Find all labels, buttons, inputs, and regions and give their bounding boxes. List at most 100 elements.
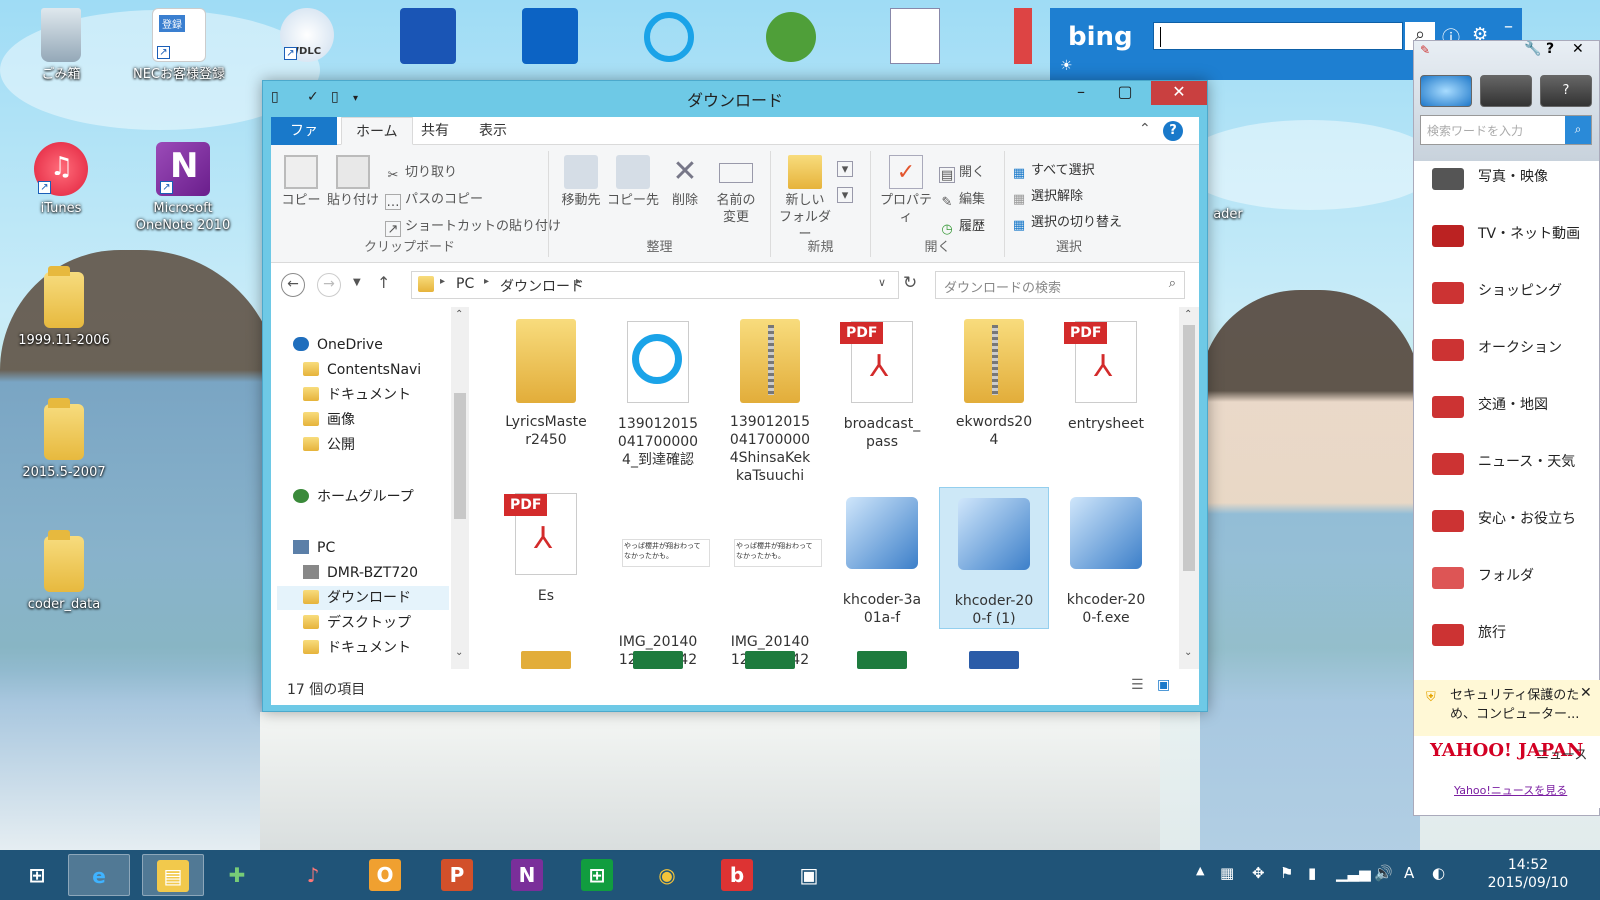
refresh-icon[interactable]: ↻ xyxy=(903,273,917,293)
121ware-icon[interactable] xyxy=(890,8,940,64)
file-item[interactable]: khcoder-3a 01a-f xyxy=(827,487,937,627)
file-item[interactable]: 139012015 041700000 4_到達確認 xyxy=(603,315,713,469)
chevron-up-icon[interactable]: ⌃ xyxy=(1139,121,1151,137)
desktop-icon-folder-2015[interactable]: 2015.5-2007 xyxy=(14,398,114,481)
tab-file[interactable]: ファイル xyxy=(271,117,337,167)
details-view-icon[interactable]: ☰ xyxy=(1131,677,1144,693)
file-item[interactable]: khcoder-20 0-f (1) xyxy=(939,487,1049,629)
close-button[interactable]: ✕ xyxy=(1151,81,1207,105)
sidebar-item-7[interactable]: フォルダ xyxy=(1432,561,1600,617)
taskbar-onenote-icon[interactable]: N xyxy=(496,854,558,896)
copy-to-button[interactable]: コピー先 xyxy=(607,155,659,209)
copy-button[interactable]: コピー xyxy=(279,155,323,209)
desktop-icon-onenote[interactable]: N ↗ Microsoft OneNote 2010 xyxy=(124,142,242,234)
file-item[interactable]: PDF ⅄ entrysheet xyxy=(1051,315,1161,433)
file-item[interactable]: 139012015 041700000 4ShinsaKek kaTsuuchi xyxy=(715,315,825,485)
taskbar-powerpoint-icon[interactable]: P xyxy=(426,854,488,896)
file-item-partial[interactable] xyxy=(521,651,571,669)
invert-selection-button[interactable]: ▦ 選択の切り替え xyxy=(1011,211,1122,234)
taskbar-outlook-icon[interactable]: O xyxy=(354,854,416,896)
ime-mode-icon[interactable]: ◐ xyxy=(1432,864,1445,882)
title-bar[interactable]: ▯ ✓ ▯ ▾ ダウンロード – ▢ ✕ xyxy=(263,81,1207,113)
open-button[interactable]: ▤ 開く xyxy=(939,161,985,183)
paste-button[interactable]: 貼り付け xyxy=(327,155,379,209)
sidebar-item-5[interactable]: ニュース・天気 xyxy=(1432,447,1600,503)
file-item-partial[interactable] xyxy=(969,651,1019,669)
edit-button[interactable]: ✎ 編集 xyxy=(939,188,985,211)
move-to-button[interactable]: 移動先 xyxy=(557,155,605,209)
intel-icon[interactable] xyxy=(522,8,578,64)
taskbar-internet-explorer-icon[interactable]: e xyxy=(68,854,130,896)
file-item-partial[interactable] xyxy=(633,651,683,669)
nav-scrollbar[interactable]: ⌃ ⌄ xyxy=(451,307,469,669)
delete-button[interactable]: ✕ 削除 xyxy=(663,155,707,209)
flag-icon[interactable]: ⚑ xyxy=(1280,864,1293,882)
nav-item-6[interactable]: PC xyxy=(293,536,335,560)
security-notice[interactable]: ⛨ セキュリティ保護のため、コンピューター... ✕ xyxy=(1414,680,1600,736)
folder-button[interactable] xyxy=(1480,75,1532,107)
wrench-icon[interactable]: 🔧 xyxy=(1524,41,1541,57)
scroll-up-icon[interactable]: ⌃ xyxy=(1184,309,1192,320)
paste-shortcut-button[interactable]: ↗ ショートカットの貼り付け xyxy=(385,215,561,237)
file-item-partial[interactable] xyxy=(745,651,795,669)
taskbar-file-explorer-icon[interactable]: ▤ xyxy=(142,854,204,896)
up-button[interactable]: ↑ xyxy=(377,273,390,292)
nav-item-4[interactable]: 公開 xyxy=(303,433,355,457)
nav-item-2[interactable]: ドキュメント xyxy=(303,383,411,407)
content-scrollbar[interactable]: ⌃ ⌄ xyxy=(1179,307,1199,669)
file-item[interactable]: やっぱ櫻井が翔おわって なかったかも。IMG_20140128_092429 (… xyxy=(603,487,713,669)
sidebar-item-1[interactable]: TV・ネット動画 xyxy=(1432,219,1600,275)
select-all-button[interactable]: ▦ すべて選択 xyxy=(1011,159,1095,182)
minimize-button[interactable]: – xyxy=(1059,81,1103,105)
battery-icon[interactable]: ▮ xyxy=(1308,864,1316,882)
desktop-icon-folder-1999[interactable]: 1999.11-2006 xyxy=(14,266,114,349)
new-item-button[interactable]: ▾ xyxy=(837,159,857,177)
sidebar-item-2[interactable]: ショッピング xyxy=(1432,276,1600,332)
taskbar-start-icon[interactable]: ⊞ xyxy=(6,854,68,896)
nav-item-8[interactable]: ダウンロード xyxy=(277,586,449,610)
file-item[interactable]: ekwords20 4 xyxy=(939,315,1049,449)
tab-home[interactable]: ホーム xyxy=(341,117,413,145)
breadcrumb-downloads[interactable]: ダウンロード xyxy=(500,276,584,296)
bing-search-input[interactable] xyxy=(1153,22,1403,50)
file-item[interactable]: PDF ⅄ broadcast_ pass xyxy=(827,315,937,451)
address-bar[interactable]: ▸ PC ▸ ダウンロード ▸ ∨ xyxy=(411,271,899,299)
tab-share[interactable]: 共有 xyxy=(407,117,463,145)
desktop-icon-coder-data[interactable]: coder_data xyxy=(14,530,114,613)
globe-button[interactable] xyxy=(1420,75,1472,107)
tray-overflow-icon[interactable]: ▲ xyxy=(1196,864,1204,877)
desktop-icon-recycle-bin[interactable]: ごみ箱 xyxy=(16,8,106,83)
nav-item-0[interactable]: OneDrive xyxy=(293,333,383,357)
file-item-partial[interactable] xyxy=(857,651,907,669)
history-button[interactable]: ◷ 履歴 xyxy=(939,215,985,238)
support-icon[interactable] xyxy=(766,12,816,62)
breadcrumb-pc[interactable]: PC xyxy=(456,276,474,292)
cut-button[interactable]: ✂ 切り取り xyxy=(385,161,457,184)
rename-button[interactable]: 名前の 変更 xyxy=(709,155,763,226)
taskbar-chrome-icon[interactable]: ◉ xyxy=(636,854,698,896)
scrollbar-thumb[interactable] xyxy=(1183,325,1195,571)
minimize-icon[interactable]: – xyxy=(1504,16,1513,37)
nav-item-10[interactable]: ドキュメント xyxy=(303,636,411,660)
close-icon[interactable]: ✕ xyxy=(1580,684,1592,703)
help-icon[interactable]: ? xyxy=(1546,41,1554,57)
nav-item-5[interactable]: ホームグループ xyxy=(293,485,414,509)
nav-item-7[interactable]: DMR-BZT720 xyxy=(303,561,418,585)
tab-view[interactable]: 表示 xyxy=(465,117,521,145)
nav-item-3[interactable]: 画像 xyxy=(303,408,355,432)
app-icon[interactable] xyxy=(400,8,456,64)
taskbar-bing-icon[interactable]: b xyxy=(706,854,768,896)
help-icon[interactable]: ? xyxy=(1163,121,1183,141)
scroll-up-icon[interactable]: ⌃ xyxy=(455,309,463,320)
volume-icon[interactable]: 🔊 xyxy=(1374,864,1393,882)
search-input[interactable]: ダウンロードの検索 ⌕ xyxy=(935,271,1185,299)
desktop-icon-itunes[interactable]: ♫ ↗ iTunes xyxy=(16,142,106,217)
ime-indicator[interactable]: A xyxy=(1404,864,1414,882)
sidebar-search-input[interactable]: 検索ワードを入力 ⌕ xyxy=(1420,115,1592,145)
signal-icon[interactable]: ▁▃▅ xyxy=(1336,864,1371,882)
large-icons-view-icon[interactable]: ▣ xyxy=(1157,677,1170,693)
close-icon[interactable]: ✕ xyxy=(1572,41,1584,57)
scrollbar-thumb[interactable] xyxy=(454,393,466,519)
scroll-down-icon[interactable]: ⌄ xyxy=(455,647,463,658)
breadcrumb-arrow-icon[interactable]: ▸ xyxy=(440,276,445,287)
